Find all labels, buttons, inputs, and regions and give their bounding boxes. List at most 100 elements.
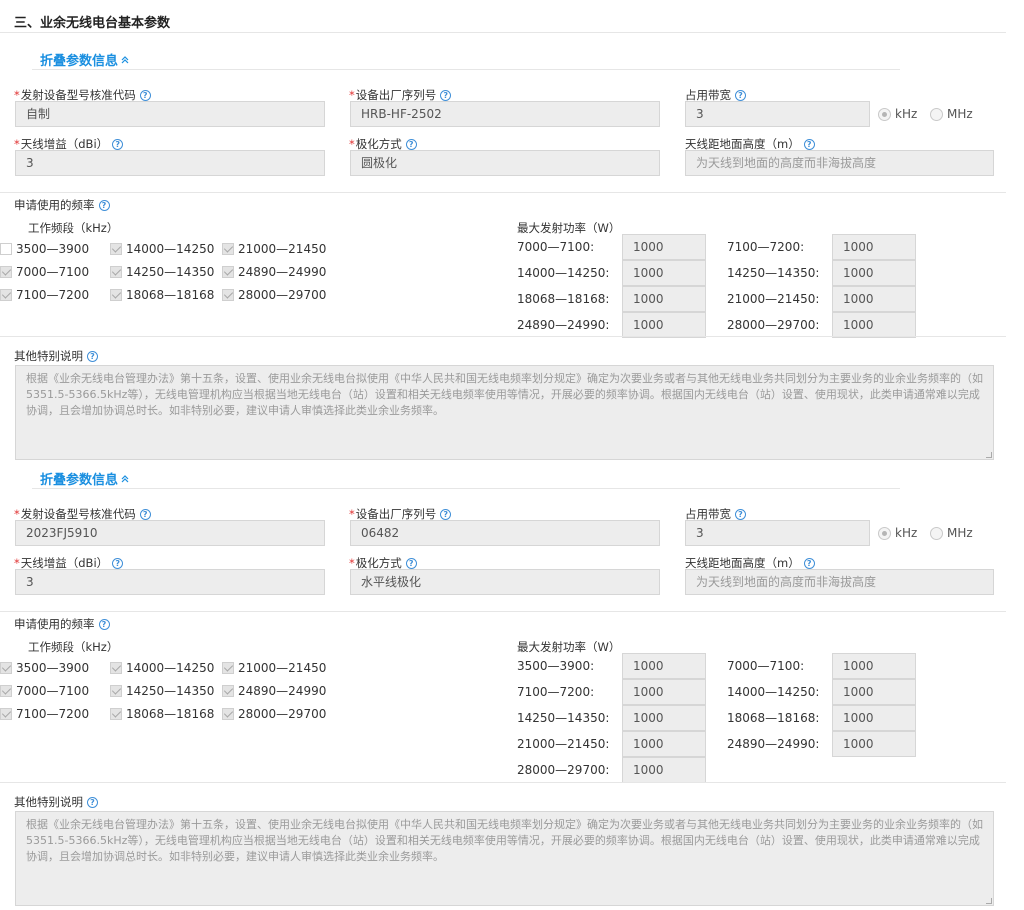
fold-toggle[interactable]: 折叠参数信息 bbox=[40, 50, 130, 69]
resize-handle-icon[interactable] bbox=[986, 452, 992, 458]
notes-label-text: 其他特别说明 bbox=[14, 349, 83, 363]
band-checkbox[interactable]: 24890—24990 bbox=[222, 265, 326, 279]
power-header: 最大发射功率（W） bbox=[517, 221, 621, 235]
band-checkbox[interactable]: 14000—14250 bbox=[110, 661, 214, 675]
help-icon[interactable]: ? bbox=[98, 618, 110, 630]
band-label: 7100—7200 bbox=[16, 707, 90, 721]
band-checkbox[interactable]: 28000—29700 bbox=[222, 707, 326, 721]
checkbox-checked-icon bbox=[0, 266, 12, 278]
band-checkbox[interactable]: 24890—24990 bbox=[222, 684, 326, 698]
band-checkbox[interactable]: 7100—7200 bbox=[0, 707, 89, 721]
checkbox-checked-icon bbox=[110, 685, 122, 697]
power-field[interactable]: 1000 bbox=[622, 234, 706, 260]
power-field[interactable]: 1000 bbox=[622, 731, 706, 757]
help-icon[interactable]: ? bbox=[735, 89, 746, 101]
help-icon[interactable]: ? bbox=[803, 557, 815, 569]
power-field[interactable]: 1000 bbox=[622, 653, 706, 679]
power-field[interactable]: 1000 bbox=[832, 260, 916, 286]
power-field[interactable]: 1000 bbox=[832, 679, 916, 705]
band-checkbox[interactable]: 3500—3900 bbox=[0, 242, 89, 256]
help-icon[interactable]: ? bbox=[405, 138, 417, 150]
power-field[interactable]: 1000 bbox=[622, 757, 706, 783]
notes-label: 其他特别说明? bbox=[14, 348, 98, 364]
unit-mhz-label: MHz bbox=[947, 107, 973, 121]
help-icon[interactable]: ? bbox=[87, 796, 98, 808]
polarization-field[interactable]: 圆极化 bbox=[350, 150, 660, 176]
unit-mhz-radio[interactable]: MHz bbox=[930, 107, 973, 121]
notes-textarea[interactable]: 根据《业余无线电台管理办法》第十五条，设置、使用业余无线电台拟使用《中华人民共和… bbox=[15, 365, 994, 460]
power-label: 21000—21450: bbox=[517, 737, 610, 751]
power-field[interactable]: 1000 bbox=[832, 234, 916, 260]
power-field[interactable]: 1000 bbox=[622, 679, 706, 705]
help-icon[interactable]: ? bbox=[112, 138, 124, 150]
help-icon[interactable]: ? bbox=[803, 138, 815, 150]
band-checkbox[interactable]: 28000—29700 bbox=[222, 288, 326, 302]
power-field[interactable]: 1000 bbox=[832, 653, 916, 679]
band-checkbox[interactable]: 7000—7100 bbox=[0, 684, 89, 698]
model-code-field[interactable]: 自制 bbox=[15, 101, 325, 127]
power-field[interactable]: 1000 bbox=[622, 312, 706, 338]
unit-mhz-radio[interactable]: MHz bbox=[930, 526, 973, 540]
checkbox-unchecked-icon bbox=[0, 243, 12, 255]
gain-field[interactable]: 3 bbox=[15, 569, 325, 595]
band-checkbox[interactable]: 7000—7100 bbox=[0, 265, 89, 279]
power-field[interactable]: 1000 bbox=[832, 312, 916, 338]
serial-field[interactable]: HRB-HF-2502 bbox=[350, 101, 660, 127]
help-icon[interactable]: ? bbox=[112, 557, 124, 569]
help-icon[interactable]: ? bbox=[735, 508, 746, 520]
power-field[interactable]: 1000 bbox=[622, 260, 706, 286]
band-checkbox[interactable]: 18068—18168 bbox=[110, 707, 214, 721]
help-icon[interactable]: ? bbox=[98, 199, 110, 211]
band-checkbox[interactable]: 21000—21450 bbox=[222, 242, 326, 256]
notes-textarea[interactable]: 根据《业余无线电台管理办法》第十五条，设置、使用业余无线电台拟使用《中华人民共和… bbox=[15, 811, 994, 906]
resize-handle-icon[interactable] bbox=[986, 898, 992, 904]
band-checkbox[interactable]: 3500—3900 bbox=[0, 661, 89, 675]
row-divider bbox=[0, 192, 1006, 193]
fold-toggle[interactable]: 折叠参数信息 bbox=[40, 469, 130, 488]
checkbox-checked-icon bbox=[110, 243, 122, 255]
band-checkbox[interactable]: 7100—7200 bbox=[0, 288, 89, 302]
power-label: 28000—29700: bbox=[517, 763, 610, 777]
power-label: 18068—18168: bbox=[517, 292, 610, 306]
freq-title-text: 申请使用的频率 bbox=[14, 198, 95, 212]
fold-divider bbox=[32, 69, 900, 70]
power-field[interactable]: 1000 bbox=[832, 705, 916, 731]
height-field[interactable]: 为天线到地面的高度而非海拔高度 bbox=[685, 569, 994, 595]
power-label: 14000—14250: bbox=[727, 685, 820, 699]
notes-label: 其他特别说明? bbox=[14, 794, 98, 810]
polarization-field[interactable]: 水平线极化 bbox=[350, 569, 660, 595]
unit-khz-label: kHz bbox=[895, 526, 918, 540]
power-label: 7100—7200: bbox=[517, 685, 595, 699]
band-checkbox[interactable]: 14000—14250 bbox=[110, 242, 214, 256]
power-field[interactable]: 1000 bbox=[622, 705, 706, 731]
unit-khz-radio[interactable]: kHz bbox=[878, 526, 917, 540]
checkbox-checked-icon bbox=[0, 289, 12, 301]
help-icon[interactable]: ? bbox=[440, 508, 452, 520]
fold-title-text: 折叠参数信息 bbox=[40, 473, 119, 488]
band-checkbox[interactable]: 14250—14350 bbox=[110, 684, 214, 698]
band-checkbox[interactable]: 14250—14350 bbox=[110, 265, 214, 279]
unit-khz-radio[interactable]: kHz bbox=[878, 107, 917, 121]
power-field[interactable]: 1000 bbox=[832, 731, 916, 757]
power-label: 14250—14350: bbox=[517, 711, 610, 725]
band-label: 7000—7100 bbox=[16, 265, 90, 279]
serial-field[interactable]: 06482 bbox=[350, 520, 660, 546]
power-field[interactable]: 1000 bbox=[622, 286, 706, 312]
chevron-up-icon bbox=[120, 55, 130, 65]
height-field[interactable]: 为天线到地面的高度而非海拔高度 bbox=[685, 150, 994, 176]
bandwidth-field[interactable]: 3 bbox=[685, 101, 870, 127]
gain-field[interactable]: 3 bbox=[15, 150, 325, 176]
power-label: 21000—21450: bbox=[727, 292, 820, 306]
help-icon[interactable]: ? bbox=[87, 350, 98, 362]
power-field[interactable]: 1000 bbox=[832, 286, 916, 312]
power-label: 28000—29700: bbox=[727, 318, 820, 332]
band-checkbox[interactable]: 18068—18168 bbox=[110, 288, 214, 302]
help-icon[interactable]: ? bbox=[405, 557, 417, 569]
bandwidth-field[interactable]: 3 bbox=[685, 520, 870, 546]
band-checkbox[interactable]: 21000—21450 bbox=[222, 661, 326, 675]
band-label: 14000—14250 bbox=[126, 661, 215, 675]
help-icon[interactable]: ? bbox=[440, 89, 452, 101]
help-icon[interactable]: ? bbox=[139, 508, 151, 520]
model-code-field[interactable]: 2023FJ5910 bbox=[15, 520, 325, 546]
help-icon[interactable]: ? bbox=[139, 89, 151, 101]
